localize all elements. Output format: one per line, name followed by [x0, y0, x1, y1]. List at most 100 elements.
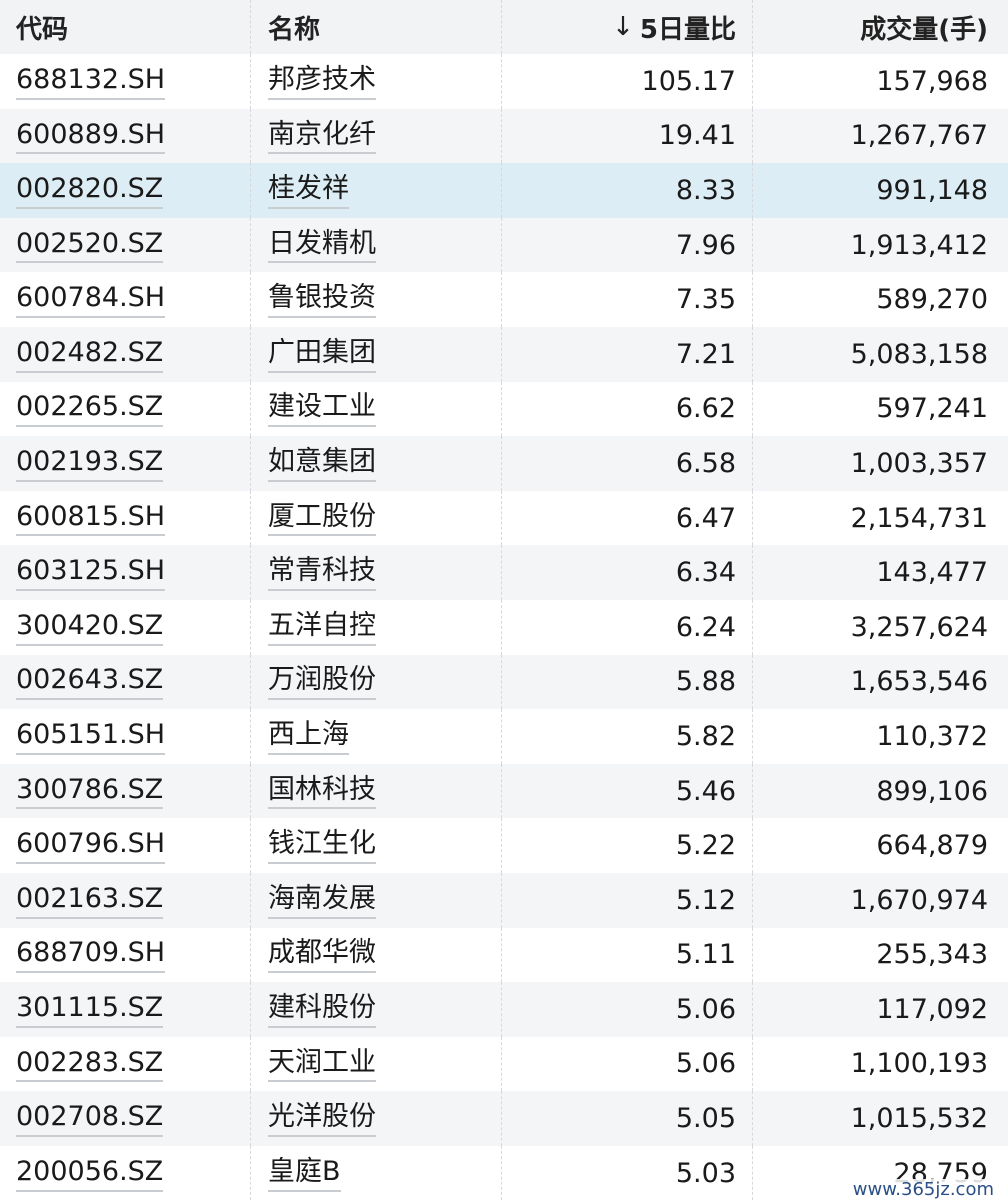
stock-code-link[interactable]: 002283.SZ [16, 1046, 164, 1083]
stock-code-link[interactable]: 600815.SH [16, 500, 166, 537]
ratio-cell: 7.35 [502, 272, 753, 327]
stock-code-link[interactable]: 600784.SH [16, 281, 166, 319]
stock-table: 代码 名称 ↓ 5日量比 成交量(手) 688132.SH 邦彦技术 105.17 1… [0, 0, 1008, 1201]
table-row[interactable]: 600784.SH 鲁银投资 7.35 589,270 [0, 272, 1008, 327]
table-row[interactable]: 002482.SZ 广田集团 7.21 5,083,158 [0, 326, 1008, 382]
ratio-cell: 6.34 [502, 545, 753, 600]
stock-code-link[interactable]: 002482.SZ [16, 336, 164, 373]
stock-name-link[interactable]: 南京化纤 [268, 118, 376, 155]
volume-value: 664,879 [876, 830, 988, 862]
table-row[interactable]: 002283.SZ 天润工业 5.06 1,100,193 [0, 1036, 1008, 1092]
name-cell: 五洋自控 [251, 599, 502, 655]
stock-name-link[interactable]: 桂发祥 [268, 172, 349, 209]
code-cell: 603125.SH [0, 545, 251, 600]
stock-code-link[interactable]: 002708.SZ [16, 1100, 164, 1137]
column-header-ratio-label: 5日量比 [639, 14, 736, 45]
stock-name-link[interactable]: 广田集团 [268, 336, 376, 373]
table-row[interactable]: 002520.SZ 日发精机 7.96 1,913,412 [0, 217, 1008, 273]
stock-name-link[interactable]: 皇庭B [268, 1155, 341, 1192]
table-row[interactable]: 002643.SZ 万润股份 5.88 1,653,546 [0, 654, 1008, 710]
stock-code-link[interactable]: 200056.SZ [16, 1155, 164, 1192]
stock-name-link[interactable]: 邦彦技术 [268, 63, 376, 100]
table-row[interactable]: 605151.SH 西上海 5.82 110,372 [0, 709, 1008, 764]
stock-code-link[interactable]: 002163.SZ [16, 882, 164, 919]
code-cell: 605151.SH [0, 709, 251, 764]
stock-name-link[interactable]: 钱江生化 [268, 827, 376, 864]
table-row[interactable]: 002193.SZ 如意集团 6.58 1,003,357 [0, 436, 1008, 491]
stock-code-link[interactable]: 002265.SZ [16, 390, 164, 428]
stock-code-link[interactable]: 002520.SZ [16, 227, 164, 264]
stock-code-link[interactable]: 002643.SZ [16, 663, 164, 701]
table-row[interactable]: 600815.SH 厦工股份 6.47 2,154,731 [0, 490, 1008, 546]
volume-value: 589,270 [876, 284, 988, 316]
stock-name-link[interactable]: 日发精机 [268, 227, 376, 264]
volume-value: 1,015,532 [850, 1103, 988, 1135]
volume-value: 5,083,158 [850, 338, 988, 370]
code-cell: 300786.SZ [0, 763, 251, 819]
name-cell: 海南发展 [251, 872, 502, 928]
column-header-name-label: 名称 [268, 14, 321, 45]
stock-name-link[interactable]: 常青科技 [268, 554, 376, 592]
volume-cell: 1,653,546 [753, 655, 1008, 710]
ratio-value: 6.34 [675, 557, 736, 589]
stock-name-link[interactable]: 如意集团 [268, 445, 376, 482]
stock-name-link[interactable]: 建科股份 [268, 991, 376, 1028]
stock-code-link[interactable]: 300786.SZ [16, 773, 164, 810]
stock-name-link[interactable]: 海南发展 [268, 882, 376, 919]
stock-name-link[interactable]: 厦工股份 [268, 500, 376, 537]
column-header-code[interactable]: 代码 [0, 0, 251, 54]
ratio-cell: 5.06 [502, 1036, 753, 1092]
ratio-value: 8.33 [675, 174, 736, 206]
ratio-value: 5.06 [675, 993, 736, 1025]
stock-code-link[interactable]: 688132.SH [16, 63, 166, 100]
stock-code-link[interactable]: 002193.SZ [16, 445, 164, 482]
stock-code-link[interactable]: 600889.SH [16, 118, 166, 155]
stock-name-link[interactable]: 建设工业 [268, 390, 376, 428]
ratio-cell: 5.88 [502, 654, 753, 710]
stock-name-link[interactable]: 光洋股份 [268, 1100, 376, 1137]
table-row[interactable]: 688132.SH 邦彦技术 105.17 157,968 [0, 54, 1008, 109]
stock-code-link[interactable]: 688709.SH [16, 936, 166, 974]
stock-name-link[interactable]: 国林科技 [268, 773, 376, 810]
stock-code-link[interactable]: 600796.SH [16, 827, 166, 864]
stock-code-link[interactable]: 301115.SZ [16, 991, 164, 1028]
stock-name-link[interactable]: 成都华微 [268, 936, 376, 974]
stock-name-link[interactable]: 万润股份 [268, 663, 376, 701]
volume-value: 1,267,767 [850, 120, 988, 152]
stock-code-link[interactable]: 603125.SH [16, 554, 166, 592]
stock-name-link[interactable]: 天润工业 [268, 1046, 376, 1083]
table-row[interactable]: 600796.SH 钱江生化 5.22 664,879 [0, 818, 1008, 873]
column-header-name[interactable]: 名称 [251, 0, 502, 54]
stock-code-link[interactable]: 002820.SZ [16, 172, 164, 209]
name-cell: 常青科技 [251, 545, 502, 600]
name-cell: 天润工业 [251, 1036, 502, 1092]
ratio-value: 5.46 [675, 775, 736, 807]
stock-name-link[interactable]: 五洋自控 [268, 609, 376, 646]
volume-cell: 589,270 [753, 272, 1008, 327]
table-row[interactable]: 002163.SZ 海南发展 5.12 1,670,974 [0, 872, 1008, 928]
table-row[interactable]: 600889.SH 南京化纤 19.41 1,267,767 [0, 108, 1008, 164]
stock-name-link[interactable]: 西上海 [268, 718, 349, 755]
table-row[interactable]: 002708.SZ 光洋股份 5.05 1,015,532 [0, 1091, 1008, 1146]
code-cell: 600815.SH [0, 490, 251, 546]
table-row[interactable]: 603125.SH 常青科技 6.34 143,477 [0, 545, 1008, 600]
stock-name-link[interactable]: 鲁银投资 [268, 281, 376, 319]
ratio-cell: 5.05 [502, 1091, 753, 1146]
volume-cell: 664,879 [753, 818, 1008, 873]
volume-cell: 1,015,532 [753, 1091, 1008, 1146]
table-row[interactable]: 301115.SZ 建科股份 5.06 117,092 [0, 982, 1008, 1037]
stock-code-link[interactable]: 300420.SZ [16, 609, 164, 646]
stock-code-link[interactable]: 605151.SH [16, 718, 166, 755]
table-row[interactable]: 300786.SZ 国林科技 5.46 899,106 [0, 763, 1008, 819]
table-row[interactable]: 002265.SZ 建设工业 6.62 597,241 [0, 381, 1008, 437]
table-row[interactable]: 002820.SZ 桂发祥 8.33 991,148 [0, 163, 1008, 218]
code-cell: 300420.SZ [0, 599, 251, 655]
ratio-value: 5.22 [675, 830, 736, 862]
table-row[interactable]: 688709.SH 成都华微 5.11 255,343 [0, 927, 1008, 983]
column-header-volume[interactable]: 成交量(手) [753, 0, 1008, 54]
column-header-ratio[interactable]: ↓ 5日量比 [502, 0, 753, 54]
name-cell: 万润股份 [251, 654, 502, 710]
table-row[interactable]: 300420.SZ 五洋自控 6.24 3,257,624 [0, 599, 1008, 655]
ratio-value: 5.05 [675, 1103, 736, 1135]
volume-value: 1,003,357 [850, 447, 988, 479]
